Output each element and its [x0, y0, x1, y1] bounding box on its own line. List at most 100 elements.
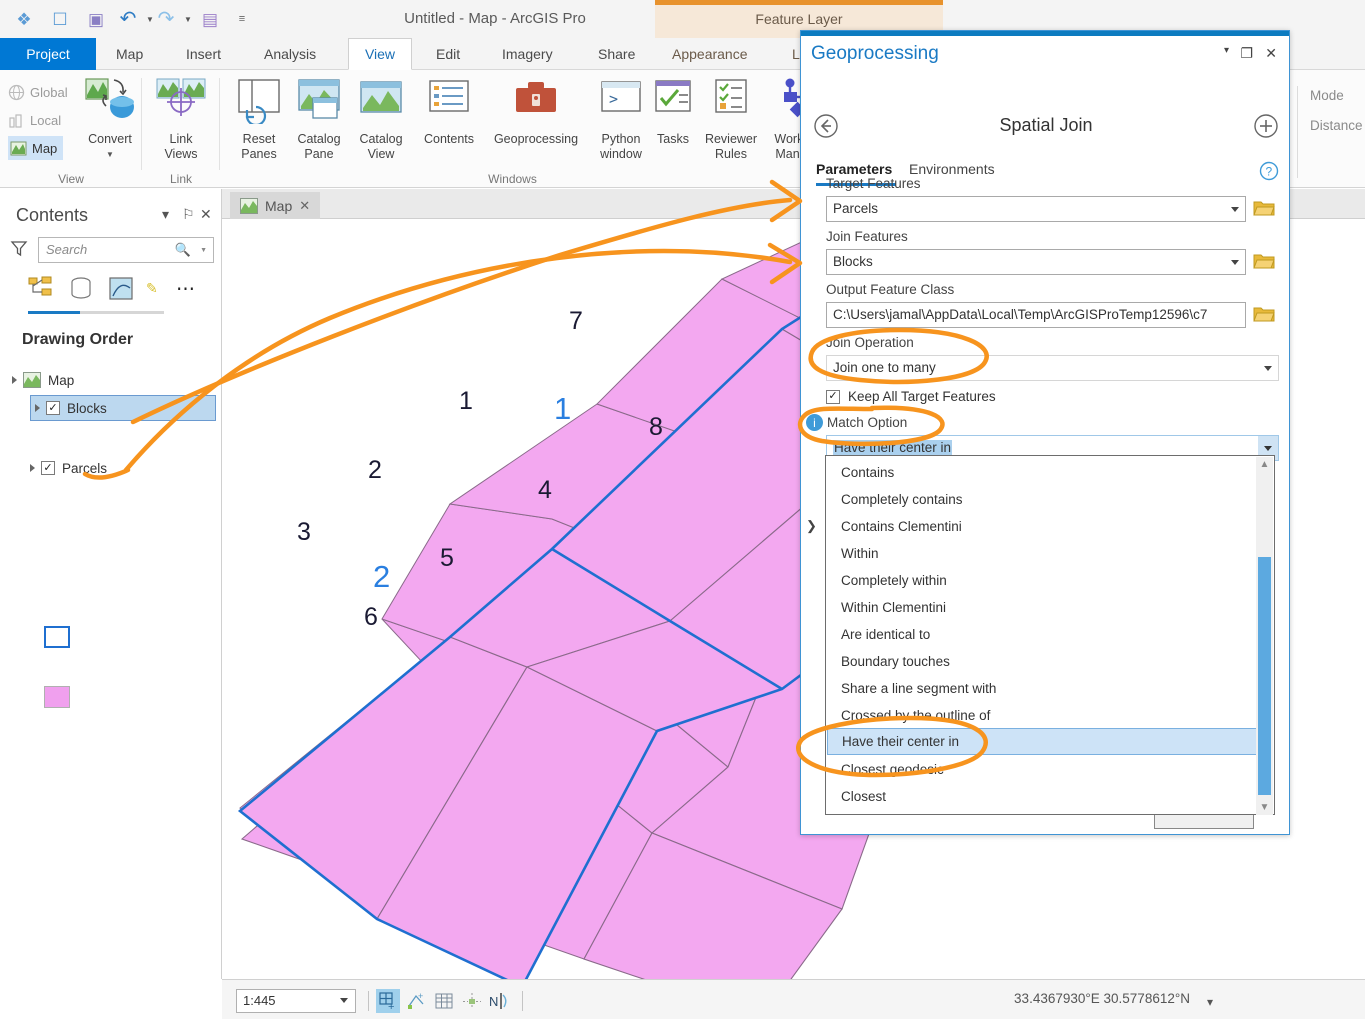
scroll-up-icon[interactable]: ▲	[1258, 458, 1271, 471]
tree-node-parcels[interactable]: ✓ Parcels	[30, 455, 107, 481]
dropdown-option-completely-within[interactable]: Completely within	[827, 567, 1259, 594]
ribbon-toggle-global[interactable]: Global	[8, 80, 68, 104]
tab-parameters[interactable]: Parameters	[816, 161, 892, 177]
dropdown-scroll-thumb[interactable]	[1258, 557, 1271, 795]
tree-node-map[interactable]: Map	[12, 367, 74, 393]
chevron-down-icon[interactable]: ▾	[1207, 995, 1213, 1009]
add-circle-icon[interactable]	[1253, 113, 1279, 144]
ribbon-button-python-window[interactable]: > Python window	[590, 76, 652, 162]
more-options-icon[interactable]: ⋯	[176, 278, 196, 301]
layer-symbol-parcels[interactable]	[44, 686, 70, 708]
input-join-features-value: Blocks	[833, 254, 873, 269]
tab-share[interactable]: Share	[586, 38, 647, 70]
chevron-down-icon[interactable]: ▼	[200, 247, 207, 254]
snapping-icon[interactable]	[460, 989, 484, 1013]
search-input[interactable]: Search 🔍 ▼	[38, 237, 214, 263]
measure-icon[interactable]: +	[404, 989, 428, 1013]
ribbon-toggle-map[interactable]: Map	[8, 136, 64, 160]
ribbon-button-contents[interactable]: Contents	[412, 76, 486, 147]
close-icon[interactable]: ✕	[299, 198, 310, 214]
layer-visibility-checkbox-blocks[interactable]: ✓	[46, 401, 60, 415]
list-by-editing-icon[interactable]: ✎	[146, 280, 158, 297]
chevron-down-icon[interactable]	[1231, 207, 1239, 212]
layer-symbol-blocks[interactable]	[44, 626, 70, 648]
dropdown-option-are-identical-to[interactable]: Are identical to	[827, 621, 1259, 648]
new-project-icon[interactable]: ❖	[10, 5, 38, 33]
dropdown-option-within-clementini[interactable]: Within Clementini	[827, 594, 1259, 621]
ribbon-button-geoprocessing[interactable]: Geoprocessing	[484, 76, 588, 147]
chevron-down-icon[interactable]	[1231, 260, 1239, 265]
customize-qat-icon[interactable]: ≡	[228, 5, 256, 33]
search-icon[interactable]: 🔍	[175, 242, 191, 258]
browse-target-features-icon[interactable]	[1253, 198, 1275, 220]
ribbon-button-convert[interactable]: Convert ▼	[78, 76, 142, 162]
ribbon-button-reset-panes-line2: Panes	[241, 147, 277, 161]
browse-join-features-icon[interactable]	[1253, 251, 1275, 273]
dropdown-option-closest[interactable]: Closest	[827, 783, 1259, 810]
ribbon-button-catalog-pane[interactable]: Catalog Pane	[288, 76, 350, 162]
input-output-feature-class[interactable]: C:\Users\jamal\AppData\Local\Temp\ArcGIS…	[826, 302, 1246, 328]
info-icon[interactable]: i	[806, 414, 823, 431]
map-scale-combo[interactable]: 1:445	[236, 989, 356, 1013]
dropdown-scrollbar[interactable]: ▲ ▼	[1256, 457, 1273, 815]
chevron-down-icon[interactable]	[340, 998, 348, 1003]
north-arrow-icon[interactable]: N	[488, 989, 512, 1013]
close-icon[interactable]: ✕	[200, 206, 212, 223]
dropdown-option-within[interactable]: Within	[827, 540, 1259, 567]
ribbon-button-catalog-view[interactable]: Catalog View	[348, 76, 414, 162]
tab-insert[interactable]: Insert	[174, 38, 233, 70]
pane-menu-icon[interactable]: ▾	[162, 206, 169, 223]
layer-visibility-checkbox-parcels[interactable]: ✓	[41, 461, 55, 475]
pin-icon[interactable]: ⚐	[182, 206, 195, 223]
maximize-icon[interactable]: ❐	[1240, 45, 1253, 62]
dropdown-option-share-a-line-segment-with[interactable]: Share a line segment with	[827, 675, 1259, 702]
save-edits-icon[interactable]: ▤	[196, 5, 224, 33]
expand-icon[interactable]	[30, 464, 35, 472]
browse-output-feature-class-icon[interactable]	[1253, 304, 1275, 326]
selected-features-icon[interactable]: +	[376, 989, 400, 1013]
tab-analysis[interactable]: Analysis	[252, 38, 328, 70]
tab-environments[interactable]: Environments	[909, 161, 995, 177]
view-tab-map[interactable]: Map ✕	[230, 192, 321, 219]
tab-project[interactable]: Project	[0, 38, 96, 70]
dropdown-option-contains[interactable]: Contains	[827, 459, 1259, 486]
close-icon[interactable]: ✕	[1265, 45, 1277, 62]
open-project-icon[interactable]: ☐	[46, 5, 74, 33]
save-project-icon[interactable]: ▣	[82, 5, 110, 33]
checkbox-keep-all-target-features[interactable]: ✓ Keep All Target Features	[826, 389, 996, 404]
pane-menu-icon[interactable]: ▾	[1224, 45, 1229, 56]
ribbon-button-link-views[interactable]: Link Views	[150, 76, 212, 162]
expand-icon[interactable]	[12, 376, 17, 384]
input-join-features[interactable]: Blocks	[826, 249, 1246, 275]
expand-right-icon[interactable]: ❯	[806, 518, 817, 534]
dropdown-option-crossed-by-the-outline-of[interactable]: Crossed by the outline of	[827, 702, 1259, 729]
dropdown-option-have-their-center-in[interactable]: Have their center in	[827, 728, 1259, 755]
chevron-down-icon[interactable]: ▼	[78, 147, 142, 162]
ribbon-button-reset-panes[interactable]: Reset Panes	[228, 76, 290, 162]
expand-icon[interactable]	[35, 404, 40, 412]
tab-map[interactable]: Map	[104, 38, 155, 70]
dropdown-option-closest-geodesic[interactable]: Closest geodesic	[827, 756, 1259, 783]
chevron-down-icon[interactable]	[1264, 366, 1272, 371]
tab-imagery[interactable]: Imagery	[490, 38, 565, 70]
dropdown-option-completely-contains[interactable]: Completely contains	[827, 486, 1259, 513]
table-icon[interactable]	[432, 989, 456, 1013]
ribbon-toggle-local[interactable]: Local	[8, 108, 61, 132]
filter-icon[interactable]	[10, 239, 28, 262]
scroll-down-icon[interactable]: ▼	[1258, 801, 1271, 814]
tab-appearance[interactable]: Appearance	[660, 38, 760, 70]
ribbon-button-tasks[interactable]: Tasks	[648, 76, 698, 147]
dropdown-option-contains-clementini[interactable]: Contains Clementini	[827, 513, 1259, 540]
list-by-selection-icon[interactable]	[108, 276, 134, 305]
list-by-data-source-icon[interactable]	[68, 276, 94, 305]
ribbon-button-reviewer-rules[interactable]: Reviewer Rules	[698, 76, 764, 162]
tab-view[interactable]: View	[348, 38, 412, 70]
list-by-drawing-order-icon[interactable]	[28, 276, 56, 305]
help-icon[interactable]: ?	[1259, 161, 1279, 186]
dropdown-option-boundary-touches[interactable]: Boundary touches	[827, 648, 1259, 675]
input-target-features[interactable]: Parcels	[826, 196, 1246, 222]
input-join-operation[interactable]: Join one to many	[826, 355, 1279, 381]
checkbox-box[interactable]: ✓	[826, 389, 840, 404]
tab-edit[interactable]: Edit	[424, 38, 472, 70]
tree-node-blocks[interactable]: ✓ Blocks	[30, 395, 216, 421]
